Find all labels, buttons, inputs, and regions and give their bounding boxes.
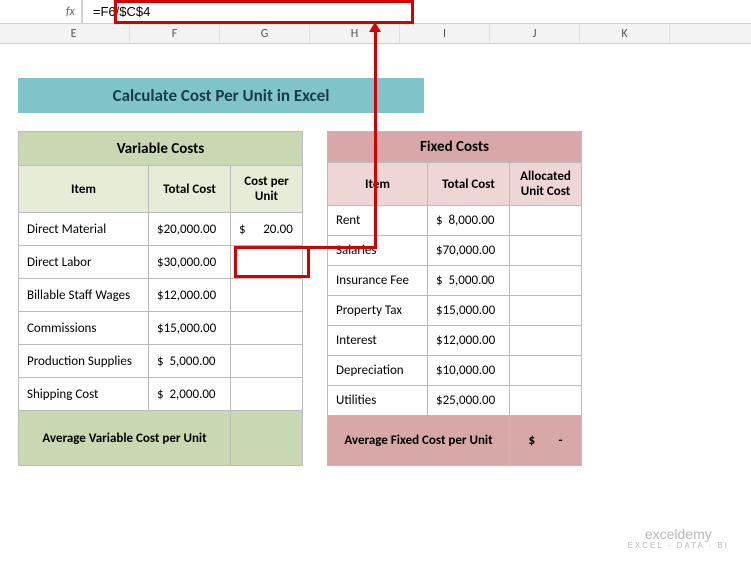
col-header[interactable]: H (310, 24, 400, 43)
cell-cpu[interactable] (231, 246, 303, 279)
cell-total[interactable]: $12,000.00 (428, 326, 510, 356)
watermark: exceldemy EXCEL · DATA · BI (628, 527, 729, 551)
col-item: Item (328, 163, 428, 206)
cell-item[interactable]: Salaries (328, 236, 428, 266)
table-row: Salaries$70,000.00 (328, 236, 582, 266)
cell-alloc[interactable] (510, 296, 582, 326)
cell-total[interactable]: $15,000.00 (149, 312, 231, 345)
table-row: Interest$12,000.00 (328, 326, 582, 356)
fixed-footer-value[interactable]: $ - (510, 416, 582, 466)
table-row: Utilities$25,000.00 (328, 386, 582, 416)
cell-item[interactable]: Production Supplies (19, 345, 149, 378)
cell-item[interactable]: Commissions (19, 312, 149, 345)
table-row: Direct Labor$30,000.00 (19, 246, 303, 279)
fixed-footer-label: Average Fixed Cost per Unit (328, 416, 510, 466)
cell-total[interactable]: $70,000.00 (428, 236, 510, 266)
cell-item[interactable]: Insurance Fee (328, 266, 428, 296)
worksheet[interactable]: Calculate Cost Per Unit in Excel Variabl… (0, 78, 751, 466)
cell-cpu[interactable]: $ 20.00 (231, 213, 303, 246)
table-row: Production Supplies$ 5,000.00 (19, 345, 303, 378)
col-header[interactable]: J (490, 24, 580, 43)
cell-total[interactable]: $ 8,000.00 (428, 206, 510, 236)
col-total: Total Cost (428, 163, 510, 206)
col-header[interactable]: E (18, 24, 130, 43)
cell-item[interactable]: Billable Staff Wages (19, 279, 149, 312)
cell-alloc[interactable] (510, 386, 582, 416)
cell-item[interactable]: Interest (328, 326, 428, 356)
cell-alloc[interactable] (510, 326, 582, 356)
fixed-costs-table: Fixed Costs Item Total Cost Allocated Un… (327, 131, 582, 466)
cell-item[interactable]: Utilities (328, 386, 428, 416)
cell-alloc[interactable] (510, 206, 582, 236)
variable-costs-table: Variable Costs Item Total Cost Cost per … (18, 131, 303, 466)
cell-item[interactable]: Rent (328, 206, 428, 236)
formula-bar: fx (0, 0, 751, 24)
divider (82, 0, 83, 23)
col-alloc: Allocated Unit Cost (510, 163, 582, 206)
cell-total[interactable]: $20,000.00 (149, 213, 231, 246)
variable-header: Variable Costs (19, 132, 303, 166)
cell-total[interactable]: $12,000.00 (149, 279, 231, 312)
cell-alloc[interactable] (510, 356, 582, 386)
col-total: Total Cost (149, 166, 231, 213)
variable-footer-value[interactable] (231, 411, 303, 466)
cell-item[interactable]: Depreciation (328, 356, 428, 386)
col-header[interactable]: G (220, 24, 310, 43)
fixed-header: Fixed Costs (328, 132, 582, 163)
cell-item[interactable]: Property Tax (328, 296, 428, 326)
column-headers: E F G H I J K (0, 24, 751, 44)
cell-total[interactable]: $25,000.00 (428, 386, 510, 416)
cell-cpu[interactable] (231, 279, 303, 312)
cell-total[interactable]: $30,000.00 (149, 246, 231, 279)
table-row: Rent$ 8,000.00 (328, 206, 582, 236)
variable-footer-label: Average Variable Cost per Unit (19, 411, 231, 466)
cell-item[interactable]: Direct Labor (19, 246, 149, 279)
table-row: Shipping Cost$ 2,000.00 (19, 378, 303, 411)
cell-cpu[interactable] (231, 312, 303, 345)
watermark-sub: EXCEL · DATA · BI (628, 542, 729, 551)
col-cpu: Cost per Unit (231, 166, 303, 213)
cell-item[interactable]: Shipping Cost (19, 378, 149, 411)
col-header[interactable]: I (400, 24, 490, 43)
table-row: Direct Material$20,000.00$ 20.00 (19, 213, 303, 246)
cell-cpu[interactable] (231, 378, 303, 411)
table-row: Insurance Fee$ 5,000.00 (328, 266, 582, 296)
table-row: Commissions$15,000.00 (19, 312, 303, 345)
cell-total[interactable]: $ 5,000.00 (149, 345, 231, 378)
cell-total[interactable]: $ 2,000.00 (149, 378, 231, 411)
col-header[interactable]: K (580, 24, 670, 43)
fx-icon[interactable]: fx (60, 0, 82, 23)
cell-alloc[interactable] (510, 236, 582, 266)
watermark-main: exceldemy (628, 527, 729, 542)
cell-cpu[interactable] (231, 345, 303, 378)
col-header[interactable]: F (130, 24, 220, 43)
cell-alloc[interactable] (510, 266, 582, 296)
page-title: Calculate Cost Per Unit in Excel (18, 78, 424, 113)
col-item: Item (19, 166, 149, 213)
table-row: Depreciation$10,000.00 (328, 356, 582, 386)
table-row: Billable Staff Wages$12,000.00 (19, 279, 303, 312)
cell-total[interactable]: $ 5,000.00 (428, 266, 510, 296)
formula-input[interactable] (89, 0, 751, 23)
cell-total[interactable]: $10,000.00 (428, 356, 510, 386)
cell-item[interactable]: Direct Material (19, 213, 149, 246)
table-row: Property Tax$15,000.00 (328, 296, 582, 326)
cell-total[interactable]: $15,000.00 (428, 296, 510, 326)
